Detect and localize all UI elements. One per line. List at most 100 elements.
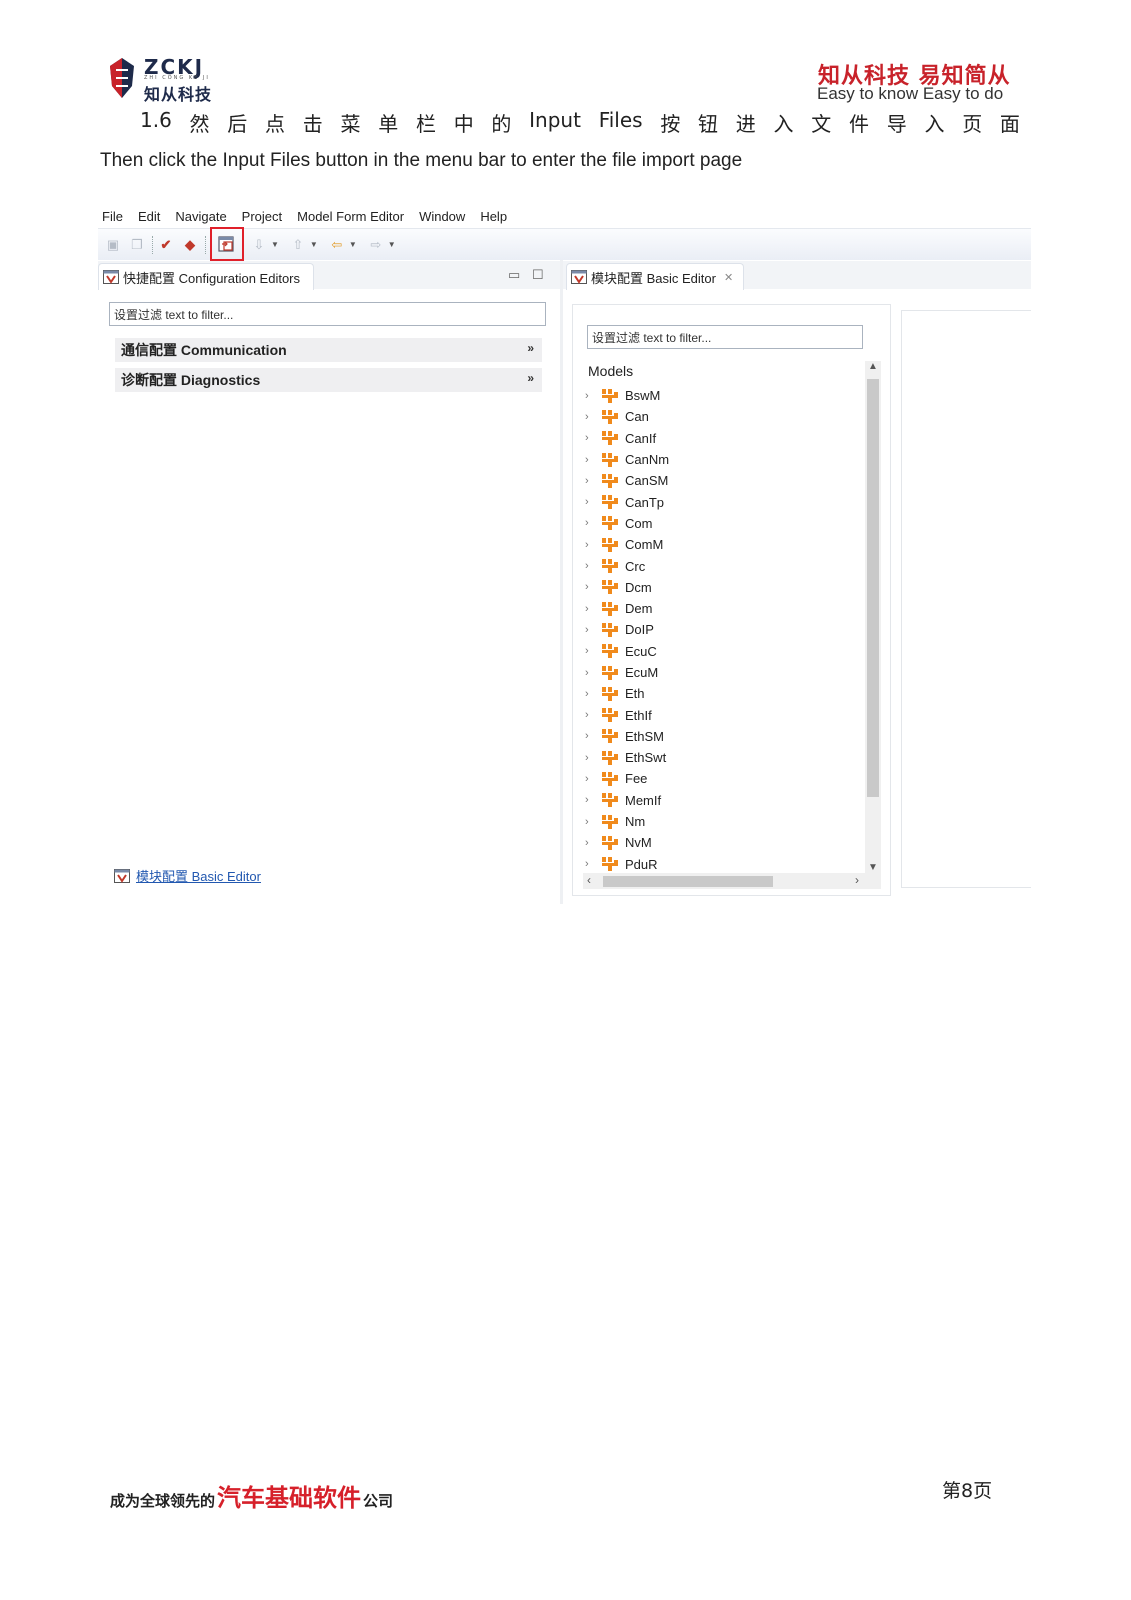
tree-item[interactable]: › EthIf — [585, 704, 865, 725]
tree-item[interactable]: › Dem — [585, 598, 865, 619]
menu-item-navigate[interactable]: Navigate — [175, 209, 226, 224]
tree-item[interactable]: › CanIf — [585, 428, 865, 449]
section-communication[interactable]: 通信配置 Communication » — [115, 338, 542, 362]
scroll-up-icon[interactable]: ▲ — [868, 361, 878, 372]
module-icon — [601, 430, 621, 446]
expand-arrow-icon[interactable]: › — [585, 752, 601, 764]
prev-annotation-icon[interactable]: ⇧ — [289, 236, 307, 254]
instruction-token: 入 — [924, 112, 945, 136]
expand-arrow-icon[interactable]: › — [585, 773, 601, 785]
dropdown-arrow-icon[interactable]: ▼ — [349, 240, 357, 249]
expand-arrow-icon[interactable]: › — [585, 624, 601, 636]
vertical-scrollbar[interactable]: ▲ ▼ — [865, 361, 881, 873]
tree-item[interactable]: › CanSM — [585, 470, 865, 491]
next-annotation-icon[interactable]: ⇩ — [250, 236, 268, 254]
expand-arrow-icon[interactable]: › — [585, 858, 601, 870]
tree-item[interactable]: › CanTp — [585, 491, 865, 512]
menu-item-project[interactable]: Project — [242, 209, 282, 224]
expand-arrow-icon[interactable]: › — [585, 688, 601, 700]
dropdown-arrow-icon[interactable]: ▼ — [388, 240, 396, 249]
expand-chevron-icon[interactable]: » — [527, 371, 534, 385]
tree-item[interactable]: › DoIP — [585, 619, 865, 640]
pane-divider[interactable] — [560, 260, 563, 904]
dropdown-arrow-icon[interactable]: ▼ — [310, 240, 318, 249]
tree-item[interactable]: › EthSM — [585, 726, 865, 747]
expand-arrow-icon[interactable]: › — [585, 475, 601, 487]
module-icon — [601, 409, 621, 425]
expand-chevron-icon[interactable]: » — [527, 341, 534, 355]
save-all-icon[interactable]: ❐ — [128, 236, 146, 254]
filter-input[interactable]: 设置过滤 text to filter... — [587, 325, 863, 349]
tree-item[interactable]: › PduR — [585, 854, 865, 871]
tree-item[interactable]: › Dcm — [585, 577, 865, 598]
expand-arrow-icon[interactable]: › — [585, 837, 601, 849]
dropdown-arrow-icon[interactable]: ▼ — [271, 240, 279, 249]
expand-arrow-icon[interactable]: › — [585, 709, 601, 721]
menu-bar: File Edit Navigate Project Model Form Editor… — [98, 204, 1031, 228]
tree-item[interactable]: › EcuC — [585, 641, 865, 662]
expand-arrow-icon[interactable]: › — [585, 390, 601, 402]
minimize-icon[interactable]: ▭ — [508, 267, 520, 283]
close-tab-icon[interactable]: ✕ — [724, 271, 733, 284]
scrollbar-thumb[interactable] — [603, 876, 773, 887]
menu-item-help[interactable]: Help — [480, 209, 507, 224]
expand-arrow-icon[interactable]: › — [585, 560, 601, 572]
logo-mark-icon — [110, 58, 134, 98]
tree-item[interactable]: › Nm — [585, 811, 865, 832]
expand-arrow-icon[interactable]: › — [585, 730, 601, 742]
expand-arrow-icon[interactable]: › — [585, 794, 601, 806]
tree-item[interactable]: › ComM — [585, 534, 865, 555]
tree-item[interactable]: › Fee — [585, 768, 865, 789]
configuration-editors-pane: 设置过滤 text to filter... 通信配置 Communicatio… — [98, 290, 560, 904]
menu-item-edit[interactable]: Edit — [138, 209, 160, 224]
expand-arrow-icon[interactable]: › — [585, 581, 601, 593]
tree-item[interactable]: › Can — [585, 406, 865, 427]
tree-item[interactable]: › CanNm — [585, 449, 865, 470]
expand-arrow-icon[interactable]: › — [585, 517, 601, 529]
tree-item[interactable]: › NvM — [585, 832, 865, 853]
tree-item[interactable]: › Crc — [585, 555, 865, 576]
expand-arrow-icon[interactable]: › — [585, 496, 601, 508]
basic-editor-link[interactable]: 模块配置 Basic Editor — [114, 866, 261, 885]
menu-item-model-form-editor[interactable]: Model Form Editor — [297, 209, 404, 224]
horizontal-scrollbar[interactable]: ‹ › — [583, 873, 881, 889]
input-files-button[interactable] — [210, 226, 244, 261]
instruction-token: 按 — [660, 112, 681, 136]
menu-item-file[interactable]: File — [102, 209, 123, 224]
instruction-token: 击 — [302, 112, 323, 136]
scroll-right-icon[interactable]: › — [855, 873, 859, 887]
scroll-left-icon[interactable]: ‹ — [587, 873, 591, 887]
maximize-icon[interactable]: ☐ — [532, 267, 544, 283]
tree-item[interactable]: › EthSwt — [585, 747, 865, 768]
expand-arrow-icon[interactable]: › — [585, 645, 601, 657]
tree-item[interactable]: › EcuM — [585, 662, 865, 683]
instruction-token: Files — [598, 108, 643, 132]
expand-arrow-icon[interactable]: › — [585, 432, 601, 444]
save-icon[interactable]: ▣ — [104, 236, 122, 254]
back-arrow-icon[interactable]: ⇦ — [328, 236, 346, 254]
expand-arrow-icon[interactable]: › — [585, 454, 601, 466]
tree-item-label: EthSwt — [625, 750, 667, 766]
generate-icon[interactable]: ◆ — [181, 236, 199, 254]
tab-configuration-editors[interactable]: 快捷配置 Configuration Editors — [98, 263, 314, 290]
filter-input[interactable]: 设置过滤 text to filter... — [109, 302, 546, 326]
expand-arrow-icon[interactable]: › — [585, 816, 601, 828]
expand-arrow-icon[interactable]: › — [585, 667, 601, 679]
menu-item-window[interactable]: Window — [419, 209, 465, 224]
expand-arrow-icon[interactable]: › — [585, 411, 601, 423]
scroll-down-icon[interactable]: ▼ — [868, 862, 878, 873]
input-files-icon — [218, 235, 234, 252]
section-diagnostics[interactable]: 诊断配置 Diagnostics » — [115, 368, 542, 392]
tree-item-label: CanNm — [625, 452, 670, 468]
forward-arrow-icon[interactable]: ⇨ — [367, 236, 385, 254]
tree-item[interactable]: › BswM — [585, 385, 865, 406]
validate-icon[interactable]: ✔ — [157, 236, 175, 254]
expand-arrow-icon[interactable]: › — [585, 539, 601, 551]
expand-arrow-icon[interactable]: › — [585, 603, 601, 615]
tab-basic-editor[interactable]: 模块配置 Basic Editor ✕ — [566, 263, 744, 290]
tree-item[interactable]: › Com — [585, 513, 865, 534]
scrollbar-thumb[interactable] — [867, 379, 879, 797]
tree-item[interactable]: › MemIf — [585, 790, 865, 811]
tree-item[interactable]: › Eth — [585, 683, 865, 704]
instruction-token: Input — [529, 108, 581, 132]
